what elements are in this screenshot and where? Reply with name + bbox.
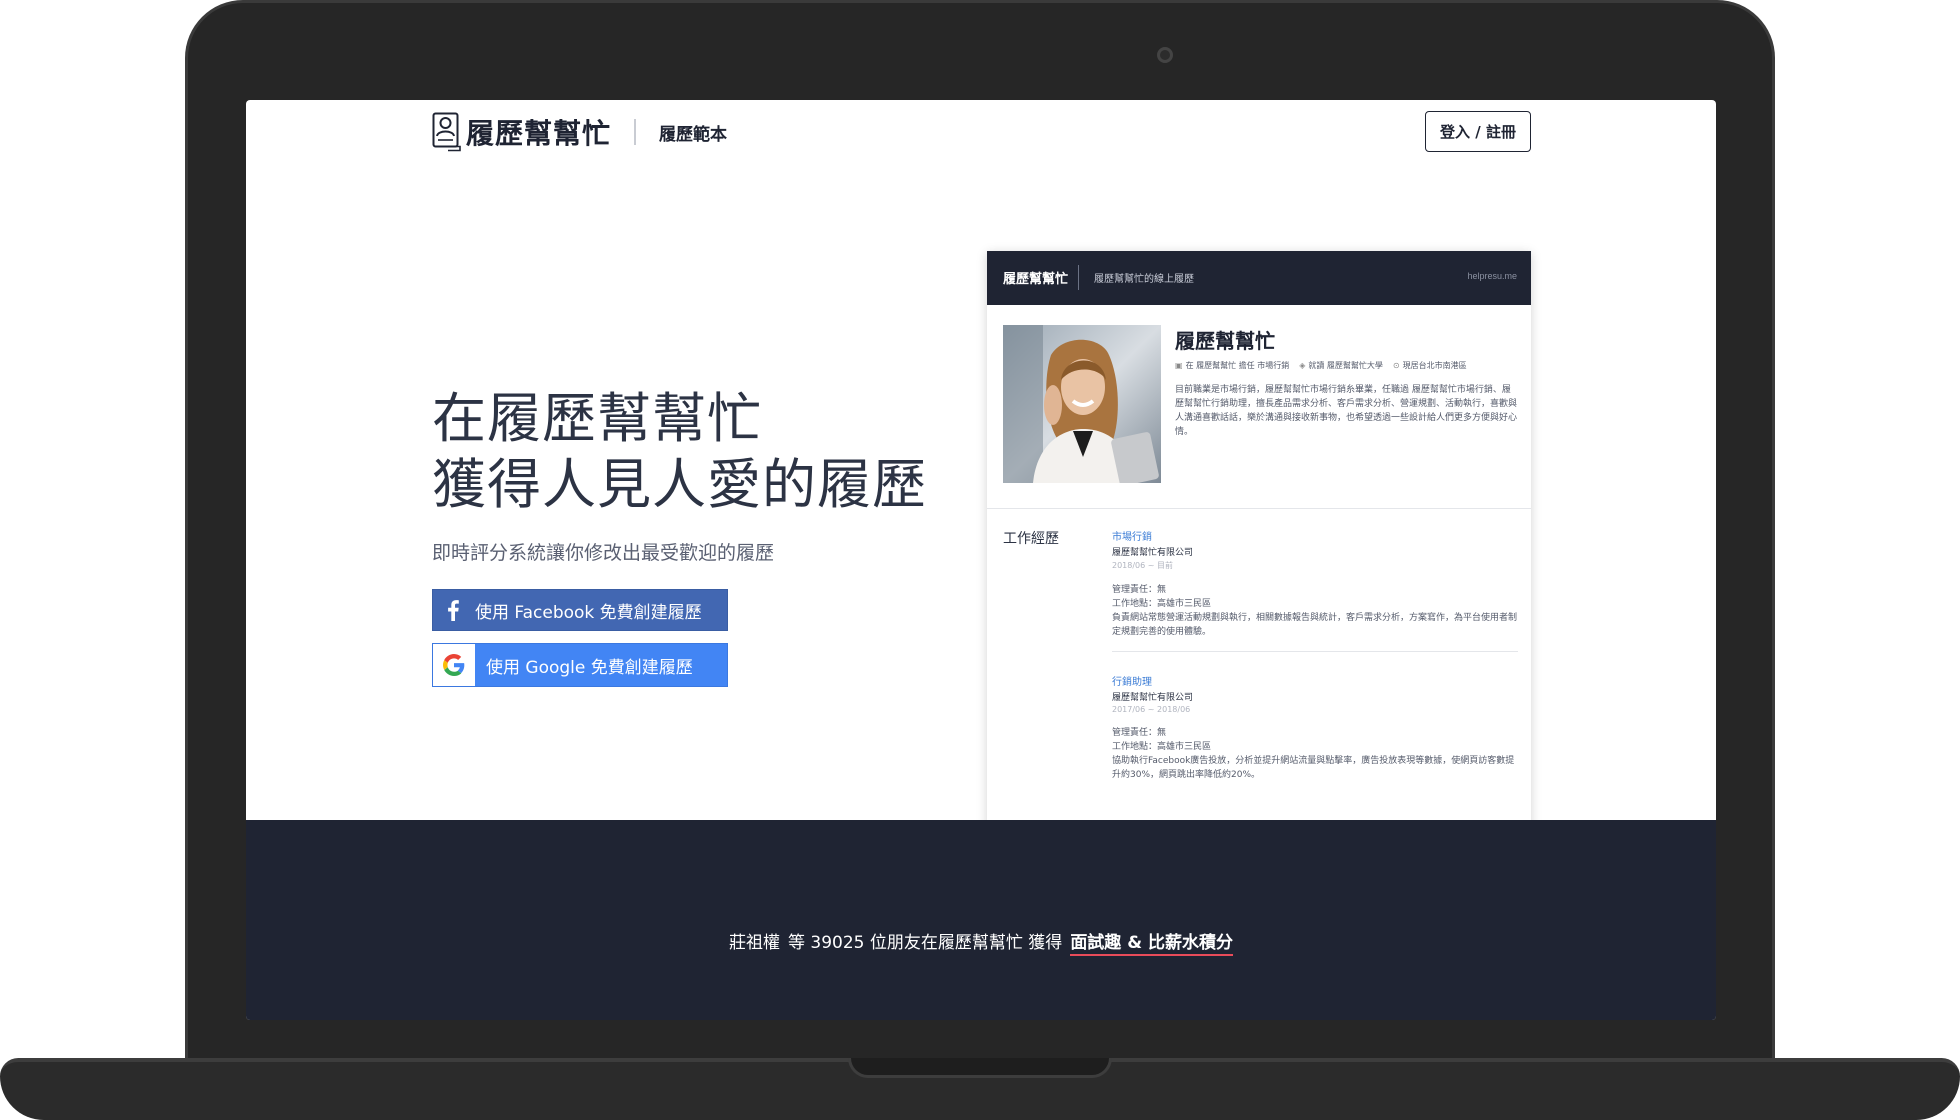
social-proof-text: 莊祖權等 39025 位朋友在履歷幫幫忙 獲得 面試趣 & 比薪水積分	[246, 928, 1716, 956]
job-dates: 2017/06 ~ 2018/06	[1112, 705, 1191, 714]
job-company: 履歷幫幫忙有限公司	[1112, 548, 1194, 558]
hero-subtitle: 即時評分系統讓你修改出最受歡迎的履歷	[432, 542, 775, 564]
facebook-signup-button[interactable]: 使用 Facebook 免費創建履歷	[432, 589, 728, 631]
profile-photo	[1003, 325, 1161, 483]
header-divider	[634, 119, 636, 145]
camera-icon	[1157, 47, 1173, 63]
google-signup-button[interactable]: 使用 Google 免費創建履歷	[432, 643, 728, 687]
meta-job: ▣ 在 履歷幫幫忙 擔任 市場行銷	[1175, 360, 1289, 371]
section-title-work: 工作經歷	[1003, 531, 1059, 547]
hero-title-line1: 在履歷幫幫忙	[432, 387, 762, 450]
job-description: 負責網站常態營運活動規劃與執行，相關數據報告與統計，客戶需求分析，方案寫作，為平…	[1112, 613, 1518, 637]
resume-brand: 履歷幫幫忙	[1003, 272, 1069, 287]
google-icon	[433, 644, 475, 686]
facebook-button-label: 使用 Facebook 免費創建履歷	[475, 602, 702, 623]
resume-domain: helpresu.me	[1467, 271, 1517, 281]
briefcase-icon: ▣	[1175, 361, 1183, 370]
resume-meta: ▣ 在 履歷幫幫忙 擔任 市場行銷 ◈ 就讀 履歷幫幫忙大學 ⊙ 現居台北市南港區	[1175, 360, 1467, 371]
job-dates: 2018/06 ~ 目前	[1112, 561, 1174, 570]
resume-header-divider	[1078, 265, 1079, 290]
meta-location: ⊙ 現居台北市南港區	[1393, 360, 1467, 371]
footer-user-name: 莊祖權	[729, 933, 781, 953]
location-pin-icon: ⊙	[1392, 361, 1400, 370]
site-logo[interactable]: 履歷幫幫忙	[432, 112, 611, 152]
job-title: 行銷助理	[1112, 677, 1152, 688]
meta-school-text: 就讀 履歷幫幫忙大學	[1308, 361, 1383, 370]
job-duty: 管理責任：無	[1112, 585, 1167, 595]
meta-school: ◈ 就讀 履歷幫幫忙大學	[1299, 360, 1383, 371]
nav-resume-templates[interactable]: 履歷範本	[659, 120, 727, 145]
footer-band: 莊祖權等 39025 位朋友在履歷幫幫忙 獲得 面試趣 & 比薪水積分	[246, 820, 1716, 1020]
resume-separator	[987, 508, 1531, 509]
resume-name: 履歷幫幫忙	[1175, 329, 1275, 353]
job-separator	[1112, 651, 1518, 652]
job-duty: 管理責任：無	[1112, 728, 1167, 738]
site-header: 履歷幫幫忙 履歷範本 登入 / 註冊	[246, 100, 1716, 168]
job-company: 履歷幫幫忙有限公司	[1112, 693, 1194, 703]
footer-text-mid: 等 39025 位朋友在履歷幫幫忙 獲得	[788, 933, 1063, 953]
resume-logo-icon	[432, 112, 461, 152]
job-entry: 行銷助理 履歷幫幫忙有限公司 2017/06 ~ 2018/06 管理責任：無 …	[1112, 673, 1518, 782]
resume-tagline: 履歷幫幫忙的線上履歷	[1094, 274, 1194, 285]
footer-highlight-link[interactable]: 面試趣 & 比薪水積分	[1070, 933, 1233, 956]
job-title: 市場行銷	[1112, 532, 1152, 543]
logo-text: 履歷幫幫忙	[466, 117, 612, 150]
meta-job-text: 在 履歷幫幫忙 擔任 市場行銷	[1185, 361, 1290, 370]
job-entry: 市場行銷 履歷幫幫忙有限公司 2018/06 ~ 目前 管理責任：無 工作地點：…	[1112, 528, 1518, 639]
job-location: 工作地點：高雄市三民區	[1112, 599, 1212, 609]
hero-title: 在履歷幫幫忙 獲得人見人愛的履歷	[432, 386, 927, 518]
meta-location-text: 現居台北市南港區	[1402, 361, 1467, 370]
laptop-notch	[848, 1058, 1112, 1078]
job-description: 協助執行Facebook廣告投放，分析並提升網站流量與點擊率，廣告投放表現等數據…	[1112, 756, 1515, 780]
job-location: 工作地點：高雄市三民區	[1112, 742, 1212, 752]
login-register-button[interactable]: 登入 / 註冊	[1425, 111, 1531, 152]
resume-bio: 目前職業是市場行銷，履歷幫幫忙市場行銷糸畢業，任職過 履歷幫幫忙市場行銷、履歷幫…	[1175, 385, 1518, 437]
google-button-label: 使用 Google 免費創建履歷	[486, 657, 693, 678]
screen: 履歷幫幫忙 履歷範本 登入 / 註冊 在履歷幫幫忙 獲得人見人愛的履歷 即時評分…	[246, 100, 1716, 1020]
graduation-cap-icon: ◈	[1299, 361, 1306, 370]
hero-title-line2: 獲得人見人愛的履歷	[432, 453, 927, 516]
facebook-icon	[433, 590, 473, 630]
resume-header: 履歷幫幫忙 履歷幫幫忙的線上履歷 helpresu.me	[987, 251, 1531, 305]
